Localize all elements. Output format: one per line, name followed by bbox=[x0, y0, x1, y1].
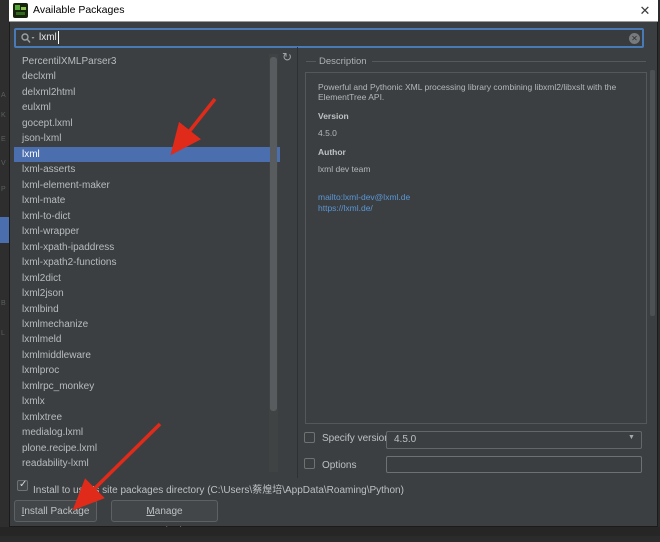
package-list-item[interactable]: lxml-to-dict bbox=[14, 209, 280, 224]
package-list-item[interactable]: declxml bbox=[14, 69, 280, 84]
background-bottom-strip bbox=[0, 527, 660, 536]
package-list-item[interactable]: lxmlmiddleware bbox=[14, 348, 280, 363]
package-list-item[interactable]: lxml2json bbox=[14, 286, 280, 301]
package-list-item[interactable]: lxml-asserts bbox=[14, 162, 280, 177]
close-icon[interactable]: ✕ bbox=[636, 2, 654, 20]
description-content: Powerful and Pythonic XML processing lib… bbox=[318, 82, 620, 214]
version-dropdown-value: 4.5.0 bbox=[394, 434, 416, 445]
version-dropdown[interactable] bbox=[386, 431, 642, 449]
package-list-item[interactable]: lxmlxtree bbox=[14, 410, 280, 425]
package-summary: Powerful and Pythonic XML processing lib… bbox=[318, 82, 620, 102]
group-border-line-right bbox=[372, 61, 646, 62]
panel-divider bbox=[297, 47, 298, 478]
dialog-title: Available Packages bbox=[33, 4, 124, 16]
author-label: Author bbox=[318, 147, 620, 157]
install-location-label: Install to user's site packages director… bbox=[33, 481, 404, 496]
background-ide-strip: A K E V P B L bbox=[0, 0, 9, 536]
package-list-item[interactable]: lxmlproc bbox=[14, 363, 280, 378]
tool-window-button-active bbox=[0, 217, 9, 243]
package-list-item[interactable]: lxml-mate bbox=[14, 193, 280, 208]
clear-search-icon[interactable]: ✕ bbox=[629, 33, 640, 44]
homepage-link[interactable]: https://lxml.de/ bbox=[318, 203, 620, 214]
search-input[interactable] bbox=[14, 28, 644, 48]
install-location-checkbox[interactable] bbox=[17, 480, 28, 491]
group-border-line-left bbox=[306, 61, 316, 62]
package-list-item[interactable]: readability-lxml bbox=[14, 456, 280, 471]
package-list-item[interactable]: lxmlmechanize bbox=[14, 317, 280, 332]
mailto-link[interactable]: mailto:lxml-dev@lxml.de bbox=[318, 192, 620, 203]
package-list-item[interactable]: lxml-element-maker bbox=[14, 178, 280, 193]
text-caret bbox=[58, 31, 59, 44]
options-checkbox[interactable] bbox=[304, 458, 315, 469]
specify-version-checkbox[interactable] bbox=[304, 432, 315, 443]
package-list-item[interactable]: lxml-xpath2-functions bbox=[14, 255, 280, 270]
package-list-item[interactable]: eulxml bbox=[14, 100, 280, 115]
package-list-item[interactable]: gocept.lxml bbox=[14, 116, 280, 131]
install-package-button[interactable]: Install Package bbox=[14, 500, 97, 522]
reload-packages-icon[interactable]: ↻ bbox=[280, 50, 294, 64]
package-dialog-icon bbox=[13, 3, 28, 18]
package-list-item[interactable]: lxmlbind bbox=[14, 302, 280, 317]
manage-repositories-button[interactable]: Manage Repositories bbox=[111, 500, 218, 522]
package-list-item[interactable]: lxml-wrapper bbox=[14, 224, 280, 239]
author-value: lxml dev team bbox=[318, 164, 620, 174]
package-list-item[interactable]: medialog.lxml bbox=[14, 425, 280, 440]
package-list-item[interactable]: delxml2html bbox=[14, 85, 280, 100]
package-list-item[interactable]: lxml bbox=[14, 147, 280, 162]
package-list-item[interactable]: lxml2dict bbox=[14, 271, 280, 286]
description-group-title: Description bbox=[319, 56, 367, 67]
package-list-item[interactable]: lxmlmeld bbox=[14, 332, 280, 347]
version-label: Version bbox=[318, 111, 620, 121]
version-value: 4.5.0 bbox=[318, 128, 620, 138]
specify-version-label: Specify version bbox=[322, 433, 390, 444]
package-list-item[interactable]: json-lxml bbox=[14, 131, 280, 146]
description-scrollbar-thumb[interactable] bbox=[650, 70, 655, 316]
package-list-item[interactable]: lxmlx bbox=[14, 394, 280, 409]
package-list-item[interactable]: PercentilXMLParser3 bbox=[14, 54, 280, 69]
options-label: Options bbox=[322, 460, 356, 471]
search-query-text: lxml bbox=[39, 32, 57, 43]
list-scrollbar-thumb[interactable] bbox=[270, 57, 277, 411]
package-list-item[interactable]: plone.recipe.lxml bbox=[14, 441, 280, 456]
package-list-item[interactable]: lxmlrpc_monkey bbox=[14, 379, 280, 394]
package-list-item[interactable]: lxml-xpath-ipaddress bbox=[14, 240, 280, 255]
package-list: PercentilXMLParser3declxmldelxml2htmleul… bbox=[14, 54, 280, 472]
chevron-down-icon[interactable]: ▼ bbox=[628, 434, 635, 441]
search-icon bbox=[21, 33, 35, 44]
options-input[interactable] bbox=[386, 456, 642, 473]
